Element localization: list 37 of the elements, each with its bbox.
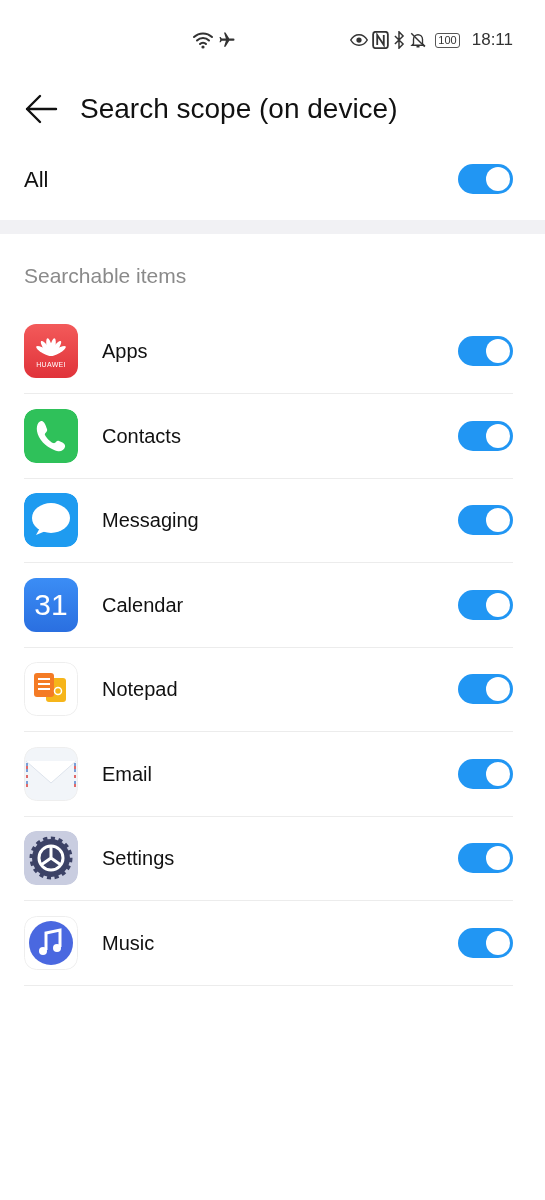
speech-bubble-icon	[24, 493, 78, 548]
row-label: All	[24, 165, 50, 194]
row-label: Email	[102, 761, 153, 787]
toggle-switch[interactable]	[458, 589, 513, 620]
bluetooth-icon	[393, 31, 406, 49]
row-label: Notepad	[102, 677, 179, 703]
row-label: Messaging	[102, 508, 200, 534]
wifi-icon	[192, 30, 214, 50]
battery-level-text: 100	[438, 33, 457, 46]
back-button[interactable]	[24, 94, 58, 124]
eye-icon	[350, 31, 369, 49]
page-title: Search scope (on device)	[80, 92, 398, 126]
muted-bell-icon	[409, 31, 428, 49]
back-arrow-icon	[24, 94, 58, 124]
airplane-icon	[218, 31, 236, 49]
nfc-icon	[372, 31, 390, 49]
row-label: Apps	[102, 339, 149, 365]
section-heading: Searchable items	[23, 263, 188, 289]
clock-text: 18:11	[471, 29, 513, 52]
toggle-switch[interactable]	[458, 164, 513, 194]
date-text: 31	[34, 589, 68, 620]
toggle-switch[interactable]	[458, 420, 513, 451]
row-label: Calendar	[102, 592, 185, 618]
toggle-switch[interactable]	[458, 505, 513, 536]
toggle-switch[interactable]	[458, 927, 513, 958]
toggle-switch[interactable]	[458, 674, 513, 705]
row-label: Contacts	[102, 423, 182, 449]
envelope-icon	[24, 746, 78, 801]
notes-icon	[24, 662, 78, 717]
phone-icon	[24, 408, 78, 463]
music-note-icon	[24, 915, 78, 970]
toggle-switch[interactable]	[458, 843, 513, 874]
row-label: Music	[102, 930, 156, 956]
toggle-switch[interactable]	[458, 336, 513, 367]
gear-icon	[24, 831, 78, 886]
row-label: Settings	[102, 846, 176, 872]
toggle-switch[interactable]	[458, 758, 513, 789]
